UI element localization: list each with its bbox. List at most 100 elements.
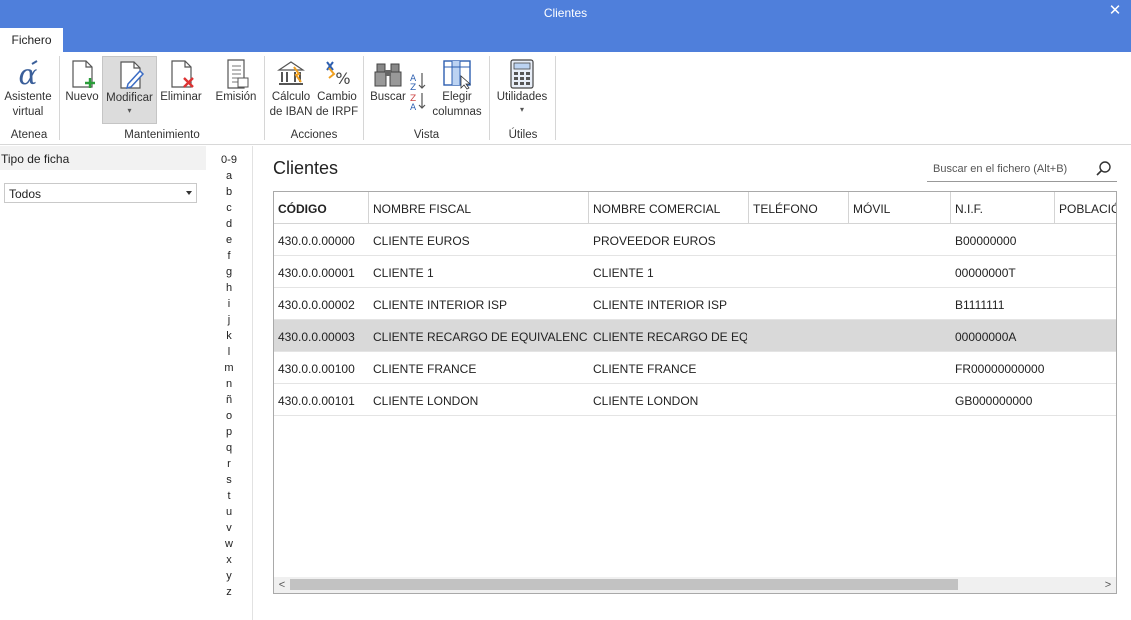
- emission-icon: [227, 59, 249, 89]
- cell-nif: 00000000A: [955, 330, 1017, 344]
- nuevo-button[interactable]: Nuevo: [64, 56, 100, 124]
- alphabet-letter[interactable]: j: [206, 313, 252, 327]
- alphabet-letter[interactable]: o: [206, 409, 252, 423]
- emision-button[interactable]: Emisión: [214, 56, 258, 124]
- cell-nombre-comercial: CLIENTE 1: [593, 266, 654, 280]
- alphabet-letter[interactable]: k: [206, 329, 252, 343]
- alphabet-letter[interactable]: h: [206, 281, 252, 295]
- alphabet-letter[interactable]: d: [206, 217, 252, 231]
- binoculars-icon: [374, 63, 402, 87]
- alphabet-letter[interactable]: w: [206, 537, 252, 551]
- column-header-poblacion[interactable]: POBLACIÓ: [1055, 192, 1116, 224]
- cell-nombre-fiscal: CLIENTE 1: [373, 266, 434, 280]
- cell-nombre-fiscal: CLIENTE RECARGO DE EQUIVALENCIA: [373, 330, 587, 344]
- cell-nif: GB000000000: [955, 394, 1033, 408]
- alphabet-letter[interactable]: ñ: [206, 393, 252, 407]
- tipo-ficha-select[interactable]: Todos: [4, 183, 197, 203]
- ribbon-separator: [59, 56, 60, 140]
- asistente-virtual-button[interactable]: α Asistente virtual: [2, 56, 54, 124]
- ribbon: α Asistente virtual Atenea Nuevo Modific…: [0, 52, 1131, 145]
- chevron-down-icon: ▾: [127, 106, 132, 115]
- alphabet-letter[interactable]: v: [206, 521, 252, 535]
- scroll-right-icon[interactable]: >: [1100, 577, 1116, 593]
- table-row[interactable]: 430.0.0.00000 CLIENTE EUROS PROVEEDOR EURO…: [274, 224, 1116, 256]
- ribbon-separator: [363, 56, 364, 140]
- alphabet-letter[interactable]: m: [206, 361, 252, 375]
- page-title: Clientes: [273, 158, 339, 178]
- alphabet-letter[interactable]: n: [206, 377, 252, 391]
- alpha-icon: α: [19, 58, 38, 90]
- cell-nif: 00000000T: [955, 266, 1016, 280]
- ribbon-separator: [555, 56, 556, 140]
- cell-codigo: 430.0.0.00001: [278, 266, 355, 280]
- alphabet-letter[interactable]: r: [206, 457, 252, 471]
- scroll-left-icon[interactable]: <: [274, 577, 290, 593]
- column-header-movil[interactable]: MÓVIL: [849, 192, 951, 224]
- cell-nif: B00000000: [955, 234, 1017, 248]
- alphabet-letter[interactable]: s: [206, 473, 252, 487]
- clientes-table: 430.0.0.00101 CLIENTE LONDON CLIENTE LONDO…: [273, 191, 1117, 594]
- alphabet-letter[interactable]: b: [206, 185, 252, 199]
- cell-nombre-fiscal: CLIENTE EUROS: [373, 234, 470, 248]
- table-row[interactable]: 430.0.0.00101 CLIENTE LONDON CLIENTE LONDO…: [274, 384, 1116, 416]
- search-icon[interactable]: [1095, 160, 1113, 178]
- cell-nif: FR00000000000: [955, 362, 1045, 376]
- column-header-nif[interactable]: N.I.F.: [951, 192, 1055, 224]
- tab-fichero[interactable]: Fichero: [0, 28, 63, 52]
- utilidades-button[interactable]: Utilidades ▾: [494, 56, 550, 124]
- column-header-nombre-fiscal[interactable]: NOMBRE FISCAL: [369, 192, 589, 224]
- modificar-button[interactable]: Modificar ▾: [102, 56, 157, 124]
- search-input[interactable]: Buscar en el fichero (Alt+B): [927, 158, 1117, 182]
- close-icon[interactable]: ✕: [1105, 1, 1125, 21]
- alphabet-letter[interactable]: i: [206, 297, 252, 311]
- table-row[interactable]: 430.0.0.00001 CLIENTE 1 CLIENTE 1 00000000T: [274, 256, 1116, 288]
- cell-codigo: 430.0.0.00000: [278, 234, 355, 248]
- group-label-utiles: Útiles: [508, 129, 538, 141]
- column-header-codigo[interactable]: CÓDIGO: [274, 192, 369, 224]
- title-bar: Clientes ✕: [0, 0, 1131, 25]
- alphabet-letter[interactable]: y: [206, 569, 252, 583]
- chevron-down-icon: ▾: [519, 105, 524, 114]
- alphabet-letter[interactable]: 0-9: [206, 153, 252, 167]
- cell-nombre-comercial: CLIENTE RECARGO DE EQU...: [593, 330, 747, 344]
- cell-codigo: 430.0.0.00100: [278, 362, 355, 376]
- calculator-icon: [510, 59, 534, 89]
- svg-text:%: %: [335, 69, 350, 88]
- filter-panel-header: Tipo de ficha: [0, 146, 206, 170]
- cambio-irpf-button[interactable]: % Cambio de IRPF: [315, 56, 359, 124]
- table-row[interactable]: 430.0.0.00100 CLIENTE FRANCE CLIENTE FRANC…: [274, 352, 1116, 384]
- elegir-columnas-button[interactable]: Elegir columnas: [431, 56, 483, 124]
- tipo-ficha-value: Todos: [9, 187, 42, 201]
- alphabet-letter[interactable]: e: [206, 233, 252, 247]
- columns-icon: [443, 60, 472, 90]
- cell-nombre-comercial: CLIENTE FRANCE: [593, 362, 697, 376]
- scrollbar-thumb[interactable]: [290, 579, 958, 590]
- alphabet-letter[interactable]: g: [206, 265, 252, 279]
- calculo-iban-button[interactable]: Cálculo de IBAN: [268, 56, 314, 124]
- alphabet-letter[interactable]: q: [206, 441, 252, 455]
- cell-codigo: 430.0.0.00101: [278, 394, 355, 408]
- alphabet-index: 0-9 a b c d e f g h i j k l m n ñ o p q r s t u v w x y z: [206, 146, 253, 620]
- alphabet-letter[interactable]: f: [206, 249, 252, 263]
- alphabet-letter[interactable]: u: [206, 505, 252, 519]
- alphabet-letter[interactable]: z: [206, 585, 252, 599]
- group-label-mantenimiento: Mantenimiento: [124, 129, 200, 141]
- table-row[interactable]: 430.0.0.00003 CLIENTE RECARGO DE EQUIVALE…: [274, 320, 1116, 352]
- sort-icon[interactable]: A Z Z A: [409, 70, 427, 110]
- alphabet-letter[interactable]: p: [206, 425, 252, 439]
- group-label-vista: Vista: [413, 129, 440, 141]
- column-header-telefono[interactable]: TELÉFONO: [749, 192, 849, 224]
- table-row[interactable]: 430.0.0.00002 CLIENTE INTERIOR ISP CLIENTE…: [274, 288, 1116, 320]
- chevron-down-icon: [186, 191, 192, 195]
- column-header-nombre-comercial[interactable]: NOMBRE COMERCIAL: [589, 192, 749, 224]
- alphabet-letter[interactable]: x: [206, 553, 252, 567]
- alphabet-letter[interactable]: t: [206, 489, 252, 503]
- alphabet-letter[interactable]: c: [206, 201, 252, 215]
- alphabet-letter[interactable]: l: [206, 345, 252, 359]
- buscar-button[interactable]: Buscar: [368, 56, 408, 124]
- eliminar-button[interactable]: Eliminar: [159, 56, 203, 124]
- horizontal-scrollbar[interactable]: < >: [274, 577, 1116, 593]
- alphabet-letter[interactable]: a: [206, 169, 252, 183]
- delete-document-icon: [171, 60, 194, 88]
- cell-nombre-fiscal: CLIENTE INTERIOR ISP: [373, 298, 508, 312]
